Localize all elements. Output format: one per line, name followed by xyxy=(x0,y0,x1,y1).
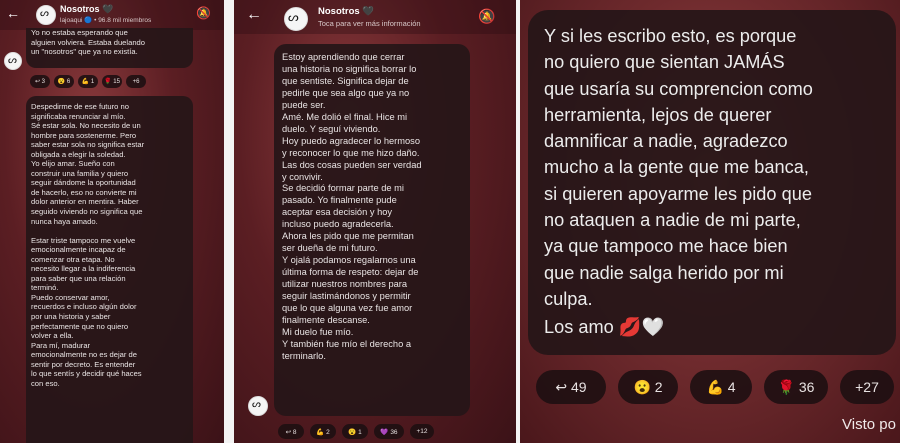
panel-divider xyxy=(224,0,234,443)
message-text: Yo no estaba esperando que alguien volvi… xyxy=(31,28,145,56)
channel-avatar-icon: ᔕ xyxy=(248,396,268,416)
more-reactions[interactable]: +27 xyxy=(840,370,894,404)
reaction-bar: ↩ 3 😮 6 💪 1 🌹 15 +6 xyxy=(30,75,146,88)
reaction-bar: ↩ 8 💪 2 😮 1 💜 36 +12 xyxy=(278,424,434,439)
channel-avatar-icon[interactable]: ᔕ xyxy=(36,5,56,25)
back-arrow-icon[interactable]: ← xyxy=(246,6,262,24)
message-text: Estoy aprendiendo que cerrar una histori… xyxy=(282,52,422,361)
channel-name[interactable]: Nosotros 🖤 xyxy=(318,6,374,17)
message-bubble[interactable]: Y si les escribo esto, es porque no quie… xyxy=(528,10,896,355)
muscle-reaction[interactable]: 💪 4 xyxy=(690,370,752,404)
seen-status: Visto po xyxy=(842,416,896,433)
reaction-bar: ↩ 49 😮 2 💪 4 🌹 36 +27 xyxy=(536,370,894,404)
message-text: Despedirme de ese futuro no significaba … xyxy=(31,102,145,388)
more-reactions[interactable]: +12 xyxy=(410,424,434,439)
chat-panel-2: ← ᔕ Nosotros 🖤 Toca para ver más informa… xyxy=(234,0,516,443)
mute-bell-icon[interactable]: 🔕 xyxy=(478,8,495,25)
reply-reaction[interactable]: ↩ 49 xyxy=(536,370,606,404)
mute-bell-icon[interactable]: 🔕 xyxy=(196,6,211,20)
wow-reaction[interactable]: 😮 6 xyxy=(54,75,74,88)
channel-avatar-icon: ᔕ xyxy=(4,52,22,70)
muscle-reaction[interactable]: 💪 2 xyxy=(310,424,336,439)
more-reactions[interactable]: +6 xyxy=(126,75,146,88)
channel-members: lajoaqui 🔵 • 96.8 mil miembros xyxy=(60,17,152,24)
muscle-reaction[interactable]: 💪 1 xyxy=(78,75,98,88)
heart-reaction[interactable]: 💜 36 xyxy=(374,424,404,439)
chat-header: ← ᔕ Nosotros 🖤 lajoaqui 🔵 • 96.8 mil mie… xyxy=(0,0,224,30)
wow-reaction[interactable]: 😮 1 xyxy=(342,424,368,439)
signoff-text: Los amo 💋🤍 xyxy=(544,317,665,338)
message-bubble[interactable]: Despedirme de ese futuro no significaba … xyxy=(26,96,193,443)
message-bubble[interactable]: Estoy aprendiendo que cerrar una histori… xyxy=(274,44,470,416)
chat-header: ← ᔕ Nosotros 🖤 Toca para ver más informa… xyxy=(234,0,516,34)
chat-panel-3: Y si les escribo esto, es porque no quie… xyxy=(520,0,900,443)
wow-reaction[interactable]: 😮 2 xyxy=(618,370,678,404)
message-text: Y si les escribo esto, es porque no quie… xyxy=(544,26,813,309)
rose-reaction[interactable]: 🌹 36 xyxy=(764,370,828,404)
chat-panel-1: ← ᔕ Nosotros 🖤 lajoaqui 🔵 • 96.8 mil mie… xyxy=(0,0,224,443)
channel-name[interactable]: Nosotros 🖤 xyxy=(60,4,113,15)
message-bubble[interactable]: Yo no estaba esperando que alguien volvi… xyxy=(26,28,193,68)
channel-avatar-icon[interactable]: ᔕ xyxy=(284,7,308,31)
back-arrow-icon[interactable]: ← xyxy=(6,5,20,21)
reply-reaction[interactable]: ↩ 8 xyxy=(278,424,304,439)
channel-subtitle[interactable]: Toca para ver más información xyxy=(318,19,421,28)
rose-reaction[interactable]: 🌹 15 xyxy=(102,75,122,88)
reply-reaction[interactable]: ↩ 3 xyxy=(30,75,50,88)
